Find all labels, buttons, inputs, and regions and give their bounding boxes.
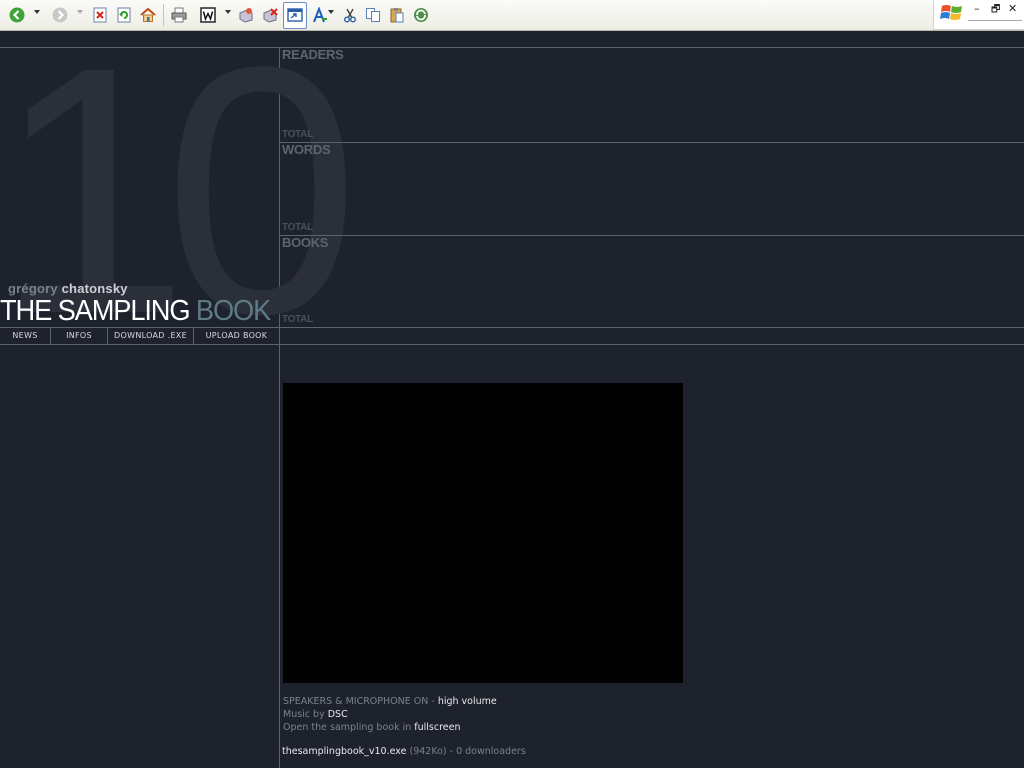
window-controls-divider xyxy=(968,20,1022,21)
download-line: thesamplingbook_v10.exe (942Ko) - 0 down… xyxy=(282,746,526,757)
nav-download-exe[interactable]: DOWNLOAD .EXE xyxy=(108,328,193,344)
download-size: (942Ko) xyxy=(406,746,447,757)
words-total-label: TOTAL xyxy=(282,222,313,233)
nav-upload-book[interactable]: UPLOAD BOOK xyxy=(194,328,279,344)
download-count: - 0 downloaders xyxy=(446,746,526,757)
stats-divider-2 xyxy=(280,235,1024,236)
main-nav: NEWS INFOS DOWNLOAD .EXE UPLOAD BOOK xyxy=(0,328,279,344)
cut-icon[interactable] xyxy=(341,6,359,24)
author-first-name: grégory xyxy=(8,281,58,296)
copy-icon[interactable] xyxy=(364,6,382,24)
speakers-notice-text: SPEAKERS & MICROPHONE ON - xyxy=(283,696,438,707)
nav-bottom-rule xyxy=(0,344,1024,345)
author-last-name: chatonsky xyxy=(61,281,128,296)
download-exe-link[interactable]: thesamplingbook_v10.exe xyxy=(282,746,406,757)
author-name: grégory chatonsky xyxy=(8,281,128,296)
title-main: THE SAMPLING xyxy=(0,295,196,327)
speakers-notice: SPEAKERS & MICROPHONE ON - high volume xyxy=(283,696,497,707)
music-credit-text: Music by xyxy=(283,709,328,720)
readers-total-label: TOTAL xyxy=(282,129,313,140)
restore-icon[interactable]: 🗗 xyxy=(991,2,1000,19)
nav-infos[interactable]: INFOS xyxy=(51,328,107,344)
music-credit: Music by DSC xyxy=(283,709,348,720)
sync-icon[interactable] xyxy=(412,6,430,24)
books-total-label: TOTAL xyxy=(282,314,313,325)
books-label: BOOKS xyxy=(282,235,329,250)
title-accent: BOOK xyxy=(195,295,271,327)
window-controls: – 🗗 ✕ xyxy=(933,0,1024,30)
video-player[interactable] xyxy=(283,383,683,683)
fullscreen-notice: Open the sampling book in fullscreen xyxy=(283,722,461,733)
paste-icon[interactable] xyxy=(388,6,406,24)
stats-divider-1 xyxy=(280,142,1024,143)
volume-hint: high volume xyxy=(437,696,497,707)
site-title: THE SAMPLING BOOK xyxy=(0,295,271,328)
fullscreen-notice-text: Open the sampling book in xyxy=(283,722,415,733)
words-label: WORDS xyxy=(282,142,331,157)
dsc-link[interactable]: DSC xyxy=(328,709,348,720)
fullscreen-link[interactable]: fullscreen xyxy=(414,722,460,733)
readers-label: READERS xyxy=(282,47,344,62)
close-icon[interactable]: ✕ xyxy=(1008,2,1017,15)
minimize-icon[interactable]: – xyxy=(974,2,980,15)
nav-news[interactable]: NEWS xyxy=(0,328,50,344)
windows-logo-icon xyxy=(940,5,962,20)
